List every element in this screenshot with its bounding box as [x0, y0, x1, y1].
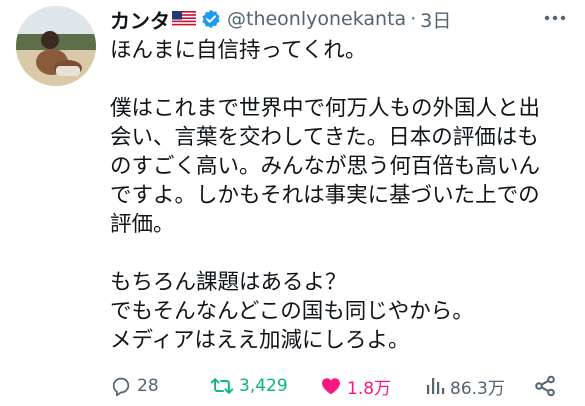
avatar[interactable] [16, 6, 96, 86]
retweet-button[interactable]: 3,429 [210, 372, 288, 400]
tweet-text-line: メディアはええ加減にしろよ。 [110, 328, 410, 353]
retweet-icon [210, 378, 234, 394]
verified-badge-icon[interactable] [201, 9, 221, 29]
share-icon [535, 375, 555, 397]
tweet-text-line: 会い、言葉を交わしてきた。日本の評価はも [110, 125, 539, 150]
tweet-text-line: 僕はこれまで世界中で何万人もの外国人と出 [110, 96, 541, 121]
tweet-text-line: もちろん課題はあるよ？ [110, 270, 347, 295]
views-count: 86.3万 [450, 378, 505, 399]
views-icon [427, 378, 445, 394]
heart-icon [322, 378, 340, 395]
reply-icon [112, 377, 130, 397]
more-options-icon[interactable] [543, 8, 567, 28]
reply-button[interactable]: 28 [110, 372, 159, 400]
tweet-action-bar: 28 3,429 1.8万 86.3万 [110, 372, 572, 400]
tweet-header: カンタ @theonlyonekanta · 3日 [110, 5, 451, 34]
retweet-count: 3,429 [239, 376, 288, 396]
separator-dot: · [410, 8, 417, 30]
tweet-text-line: ほんまに自信持ってくれ。 [110, 38, 367, 63]
like-button[interactable]: 1.8万 [320, 372, 391, 400]
tweet-timestamp[interactable]: 3日 [420, 6, 451, 33]
author-name[interactable]: カンタ [110, 5, 170, 34]
tweet-text: ほんまに自信持ってくれ。 僕はこれまで世界中で何万人もの外国人と出 会い、言葉を… [110, 36, 572, 355]
author-handle[interactable]: @theonlyonekanta [227, 8, 406, 30]
reply-count: 28 [137, 376, 159, 396]
tweet-text-blank-line [110, 239, 572, 268]
us-flag-icon [172, 11, 196, 27]
share-button[interactable] [533, 372, 557, 400]
tweet-text-blank-line [110, 65, 572, 94]
views-button[interactable]: 86.3万 [425, 372, 505, 400]
tweet-text-line: のすごく高い。みんなが思う何百倍も高いん [110, 154, 541, 179]
tweet-text-line: 評価。 [110, 212, 175, 237]
tweet-text-line: ですよ。しかもそれは事実に基づいた上での [110, 183, 540, 208]
tweet-text-line: でもそんなんどこの国も同じやから。 [110, 299, 474, 324]
like-count: 1.8万 [347, 378, 392, 399]
avatar-photo [16, 6, 96, 86]
